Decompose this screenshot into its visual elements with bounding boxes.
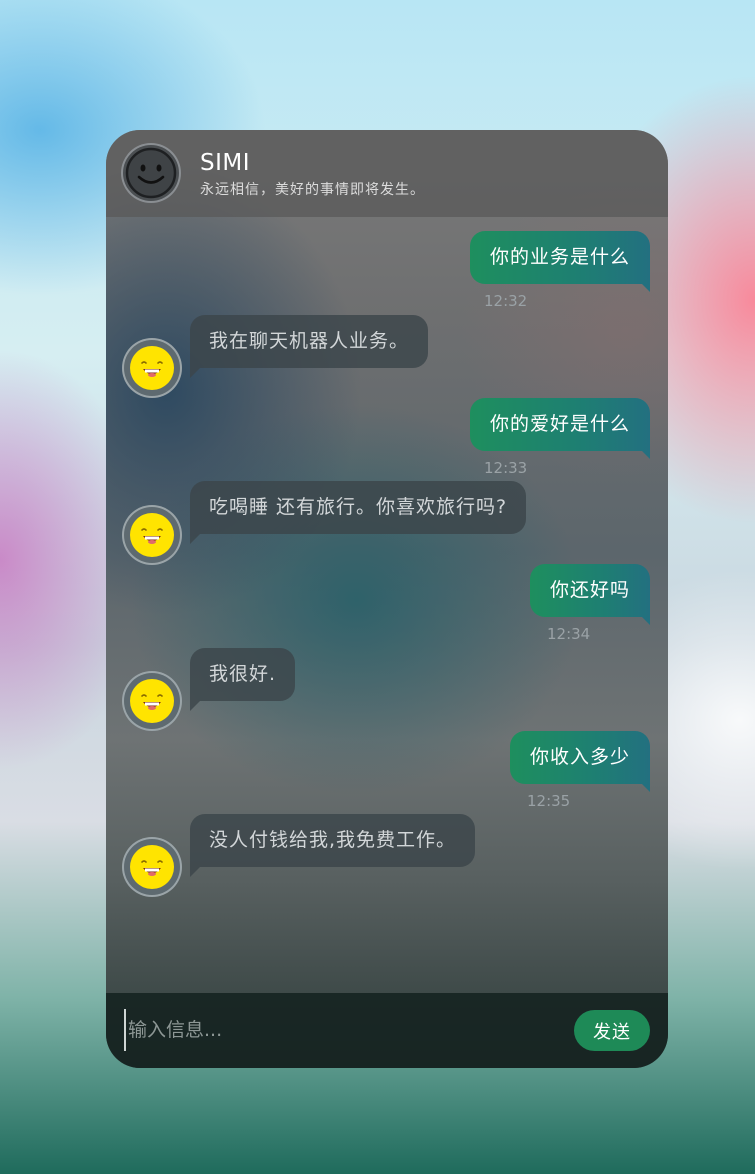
message-timestamp: 12:32: [484, 292, 528, 310]
message-timestamp: 12:35: [527, 792, 571, 810]
yellow-smiley-icon: [124, 839, 180, 895]
message-input[interactable]: [124, 1009, 550, 1051]
contact-status: 永远相信，美好的事情即将发生。: [200, 182, 425, 198]
contact-name: SIMI: [200, 150, 251, 176]
chat-window: SIMI 永远相信，美好的事情即将发生。 你的业务是什么 12:32 我在聊天机…: [106, 130, 668, 1068]
bot-message-bubble: 没人付钱给我,我免费工作。: [190, 814, 476, 877]
yellow-smiley-icon: [124, 507, 180, 563]
bot-message-bubble: 我在聊天机器人业务。: [190, 315, 429, 378]
yellow-smiley-icon: [124, 673, 180, 729]
message-composer: 发送: [106, 993, 668, 1068]
user-message-bubble: 你的爱好是什么: [469, 398, 651, 459]
user-message-bubble: 你收入多少: [509, 731, 651, 792]
bot-message-bubble: 我很好.: [190, 648, 296, 711]
user-message-bubble: 你的业务是什么: [469, 231, 651, 292]
message-timestamp: 12:34: [547, 625, 591, 643]
message-timestamp: 12:33: [484, 459, 528, 477]
yellow-smiley-icon: [124, 340, 180, 396]
chat-header: SIMI 永远相信，美好的事情即将发生。: [106, 130, 668, 217]
user-message-bubble: 你还好吗: [529, 564, 651, 625]
smiley-face-icon: [123, 145, 179, 201]
bot-message-bubble: 吃喝睡 还有旅行。你喜欢旅行吗?: [190, 481, 527, 544]
send-button[interactable]: 发送: [574, 1010, 650, 1051]
